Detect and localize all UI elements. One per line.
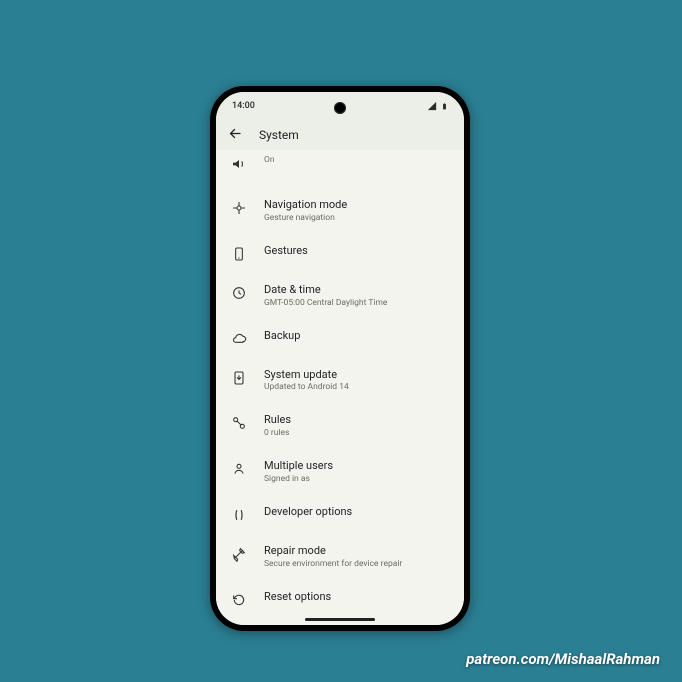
item-subtitle: Secure environment for device repair bbox=[264, 559, 450, 570]
nav-bar-pill[interactable] bbox=[305, 618, 375, 621]
item-title: Backup bbox=[264, 329, 450, 343]
settings-list: On Navigation mode Gesture navigation Ge… bbox=[216, 150, 464, 625]
repair-icon bbox=[230, 545, 248, 563]
battery-icon bbox=[441, 101, 448, 112]
item-title: Date & time bbox=[264, 283, 450, 297]
list-item[interactable]: Backup bbox=[216, 319, 464, 358]
gestures-icon bbox=[230, 245, 248, 263]
status-time: 14:00 bbox=[232, 101, 255, 111]
developer-icon bbox=[230, 506, 248, 524]
item-subtitle: GMT-05:00 Central Daylight Time bbox=[264, 298, 450, 309]
update-icon bbox=[230, 369, 248, 387]
phone-frame: 14:00 System On bbox=[210, 86, 470, 631]
list-item[interactable]: On bbox=[216, 150, 464, 188]
rules-icon bbox=[230, 414, 248, 432]
item-title: Developer options bbox=[264, 505, 450, 519]
item-title: Rules bbox=[264, 413, 450, 427]
clock-icon bbox=[230, 284, 248, 302]
item-subtitle: 0 rules bbox=[264, 428, 450, 439]
screen: 14:00 System On bbox=[216, 92, 464, 625]
page-title: System bbox=[259, 128, 299, 142]
item-title: Reset options bbox=[264, 590, 450, 604]
volume-icon bbox=[230, 155, 248, 173]
item-subtitle: Signed in as bbox=[264, 474, 450, 485]
camera-punch-hole bbox=[334, 102, 346, 114]
reset-icon bbox=[230, 591, 248, 609]
item-title: Multiple users bbox=[264, 459, 450, 473]
list-item[interactable]: Developer options bbox=[216, 495, 464, 534]
list-item[interactable]: Gestures bbox=[216, 234, 464, 273]
users-icon bbox=[230, 460, 248, 478]
list-item[interactable]: Reset options bbox=[216, 580, 464, 619]
item-title: Gestures bbox=[264, 244, 450, 258]
list-item[interactable]: Navigation mode Gesture navigation bbox=[216, 188, 464, 234]
item-title: Navigation mode bbox=[264, 198, 450, 212]
list-item[interactable]: Rules 0 rules bbox=[216, 403, 464, 449]
item-title: System update bbox=[264, 368, 450, 382]
navigation-icon bbox=[230, 199, 248, 217]
item-subtitle: On bbox=[264, 155, 450, 166]
watermark-credit: patreon.com/MishaalRahman bbox=[466, 650, 660, 668]
list-item[interactable]: Repair mode Secure environment for devic… bbox=[216, 534, 464, 580]
list-item[interactable]: System update Updated to Android 14 bbox=[216, 358, 464, 404]
cloud-icon bbox=[230, 330, 248, 348]
app-bar: System bbox=[216, 120, 464, 150]
item-subtitle: Updated to Android 14 bbox=[264, 382, 450, 393]
item-title: Repair mode bbox=[264, 544, 450, 558]
list-item[interactable]: Multiple users Signed in as bbox=[216, 449, 464, 495]
signal-icon bbox=[427, 101, 437, 111]
back-icon[interactable] bbox=[228, 126, 243, 144]
list-item[interactable]: Date & time GMT-05:00 Central Daylight T… bbox=[216, 273, 464, 319]
item-subtitle: Gesture navigation bbox=[264, 213, 450, 224]
status-icons bbox=[427, 101, 448, 112]
